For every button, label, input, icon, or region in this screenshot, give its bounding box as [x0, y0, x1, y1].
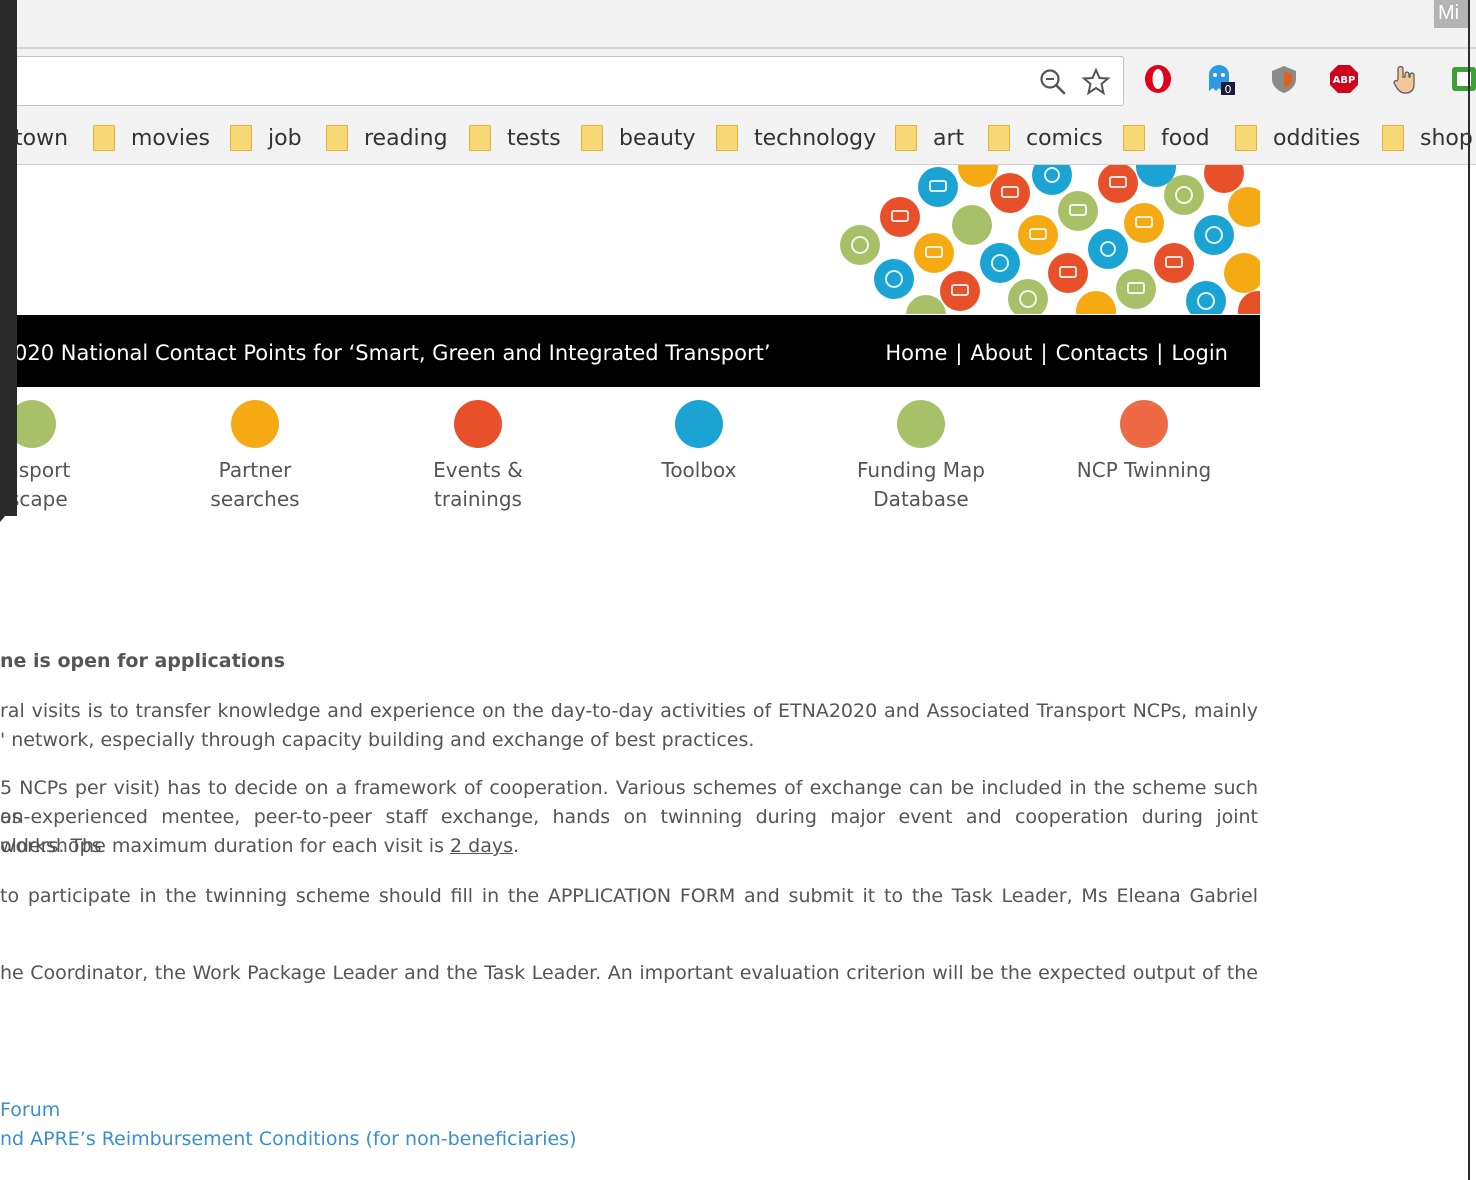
duration-highlight: 2 days	[450, 835, 514, 857]
bookmark-comics[interactable]: comics	[988, 112, 1103, 164]
article-text-line: ral visits is to transfer knowledge and …	[0, 700, 1258, 722]
bookmark-job[interactable]: job	[230, 112, 302, 164]
category-label: Events & trainings	[433, 458, 523, 511]
bookmark-label: comics	[1026, 125, 1103, 151]
article-text-line: to participate in the twinning scheme sh…	[0, 885, 1258, 907]
category-dot	[231, 400, 279, 448]
bookmark-food[interactable]: food	[1123, 112, 1210, 164]
nav-links: Home | About | Contacts | Login	[885, 315, 1228, 391]
bookmark-label: food	[1161, 125, 1210, 151]
nav-contacts-link[interactable]: Contacts	[1056, 341, 1149, 365]
article-text-line: he Coordinator, the Work Package Leader …	[0, 962, 1258, 984]
bookmark-tests[interactable]: tests	[469, 112, 561, 164]
folder-icon	[93, 125, 115, 151]
article-heading: ne is open for applications	[0, 650, 286, 672]
folder-icon	[581, 125, 603, 151]
bookmark-label: shop	[1420, 125, 1473, 151]
folder-icon	[716, 125, 738, 151]
category-label: ansport dscape	[0, 458, 71, 511]
category-events-trainings[interactable]: Events & trainings	[368, 400, 588, 514]
folder-icon	[230, 125, 252, 151]
bookmark-movies[interactable]: movies	[93, 112, 210, 164]
forum-link[interactable]: Forum	[0, 1096, 1258, 1125]
category-transport-landscape[interactable]: ansport dscape	[0, 400, 142, 514]
category-ncp-twinning[interactable]: NCP Twinning	[1034, 400, 1254, 485]
nav-separator: |	[955, 341, 963, 365]
green-extension-icon[interactable]	[1448, 63, 1476, 95]
window-edge	[1468, 0, 1470, 1180]
nav-login-link[interactable]: Login	[1171, 341, 1228, 365]
bookmark-label: art	[933, 125, 965, 151]
folder-icon	[326, 125, 348, 151]
article-text: .	[513, 835, 520, 857]
category-dot	[454, 400, 502, 448]
browser-toolbar: 0 ABP	[0, 49, 1476, 112]
ghostery-icon[interactable]: 0	[1204, 63, 1236, 95]
article-text: olders. The maximum duration for each vi…	[0, 835, 451, 857]
left-dark-panel	[0, 0, 17, 516]
site-title: 020 National Contact Points for ‘Smart, …	[14, 341, 771, 365]
bookmark-label: technology	[754, 125, 877, 151]
folder-icon	[1123, 125, 1145, 151]
star-icon[interactable]	[1081, 67, 1111, 97]
bookmark-label: reading	[364, 125, 448, 151]
nav-separator: |	[1040, 341, 1048, 365]
category-toolbox[interactable]: Toolbox	[589, 400, 809, 485]
bookmarks-bar: town movies job reading tests beauty tec…	[0, 112, 1476, 165]
article-text-line: ' network, especially through capacity b…	[0, 729, 755, 751]
category-funding-map-database[interactable]: Funding Map Database	[811, 400, 1031, 514]
article-text-line: olders. The maximum duration for each vi…	[0, 832, 1258, 861]
browser-title-bar: Mi	[0, 0, 1476, 49]
nav-about-link[interactable]: About	[970, 341, 1032, 365]
nav-home-link[interactable]: Home	[885, 341, 947, 365]
bookmark-label: beauty	[619, 125, 696, 151]
category-label: Toolbox	[661, 458, 737, 482]
bookmark-label: oddities	[1273, 125, 1361, 151]
folder-icon	[1382, 125, 1404, 151]
bookmark-town[interactable]: town	[14, 112, 68, 164]
zoom-out-icon[interactable]	[1038, 67, 1068, 97]
bookmark-label: town	[14, 125, 69, 151]
site-navbar: 020 National Contact Points for ‘Smart, …	[0, 315, 1260, 387]
shield-extension-icon[interactable]	[1268, 63, 1300, 95]
category-label: NCP Twinning	[1076, 458, 1212, 482]
adblock-label: ABP	[1333, 75, 1356, 86]
adblock-plus-icon[interactable]: ABP	[1328, 63, 1360, 95]
category-dot	[897, 400, 945, 448]
folder-icon	[988, 125, 1010, 151]
bookmark-technology[interactable]: technology	[716, 112, 876, 164]
bookmark-label: job	[268, 125, 302, 151]
category-label: Partner searches	[210, 458, 300, 511]
ghostery-badge: 0	[1225, 83, 1232, 95]
folder-icon	[1235, 125, 1257, 151]
folder-icon	[469, 125, 491, 151]
bookmark-art[interactable]: art	[895, 112, 964, 164]
category-dot	[675, 400, 723, 448]
category-dot	[1120, 400, 1168, 448]
transport-icons-banner	[840, 165, 1260, 314]
category-label: Funding Map Database	[857, 458, 985, 511]
bookmark-label: tests	[507, 125, 561, 151]
category-partner-searches[interactable]: Partner searches	[145, 400, 365, 514]
bookmark-reading[interactable]: reading	[326, 112, 448, 164]
address-bar[interactable]	[0, 56, 1124, 106]
opera-icon[interactable]	[1142, 63, 1174, 95]
bookmark-shop[interactable]: shop	[1382, 112, 1473, 164]
banner-circles	[840, 165, 1260, 314]
bookmark-oddities[interactable]: oddities	[1235, 112, 1360, 164]
hand-pointer-icon[interactable]	[1390, 63, 1422, 95]
left-panel-corner	[0, 498, 17, 522]
folder-icon	[895, 125, 917, 151]
bookmark-beauty[interactable]: beauty	[581, 112, 696, 164]
profile-button[interactable]: Mi	[1434, 0, 1468, 28]
reimbursement-conditions-link[interactable]: nd APRE’s Reimbursement Conditions (for …	[0, 1125, 1258, 1154]
nav-separator: |	[1156, 341, 1164, 365]
bookmark-label: movies	[131, 125, 211, 151]
